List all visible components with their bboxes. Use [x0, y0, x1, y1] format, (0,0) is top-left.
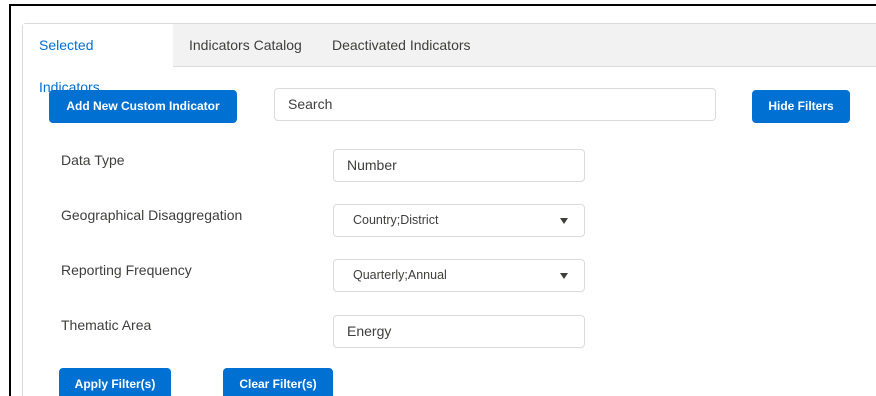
geo-disaggregation-select[interactable]: Country;District: [333, 204, 585, 237]
geo-disaggregation-value: Country;District: [353, 213, 439, 227]
tab-bar: Selected Indicators Indicators Catalog D…: [23, 24, 876, 95]
caret-down-icon: [560, 218, 568, 224]
reporting-frequency-select[interactable]: Quarterly;Annual: [333, 259, 585, 292]
reporting-frequency-label: Reporting Frequency: [61, 262, 192, 278]
tab-deactivated-indicators[interactable]: Deactivated Indicators: [316, 24, 487, 67]
thematic-area-label: Thematic Area: [61, 317, 152, 333]
thematic-area-field[interactable]: Energy: [333, 315, 585, 348]
data-type-field[interactable]: Number: [333, 149, 585, 182]
add-custom-indicator-button[interactable]: Add New Custom Indicator: [49, 90, 237, 123]
hide-filters-button[interactable]: Hide Filters: [752, 90, 850, 123]
data-type-label: Data Type: [61, 152, 125, 168]
geo-disaggregation-label: Geographical Disaggregation: [61, 207, 243, 223]
clear-filters-button[interactable]: Clear Filter(s): [223, 368, 333, 396]
tab-indicators-catalog[interactable]: Indicators Catalog: [173, 24, 318, 67]
indicators-card: Selected Indicators Indicators Catalog D…: [22, 23, 876, 396]
window-frame: Selected Indicators Indicators Catalog D…: [9, 4, 876, 396]
search-input[interactable]: Search: [274, 88, 716, 121]
caret-down-icon: [560, 273, 568, 279]
apply-filters-button[interactable]: Apply Filter(s): [59, 368, 171, 396]
tab-selected-indicators[interactable]: Selected Indicators: [23, 24, 173, 95]
reporting-frequency-value: Quarterly;Annual: [353, 268, 447, 282]
